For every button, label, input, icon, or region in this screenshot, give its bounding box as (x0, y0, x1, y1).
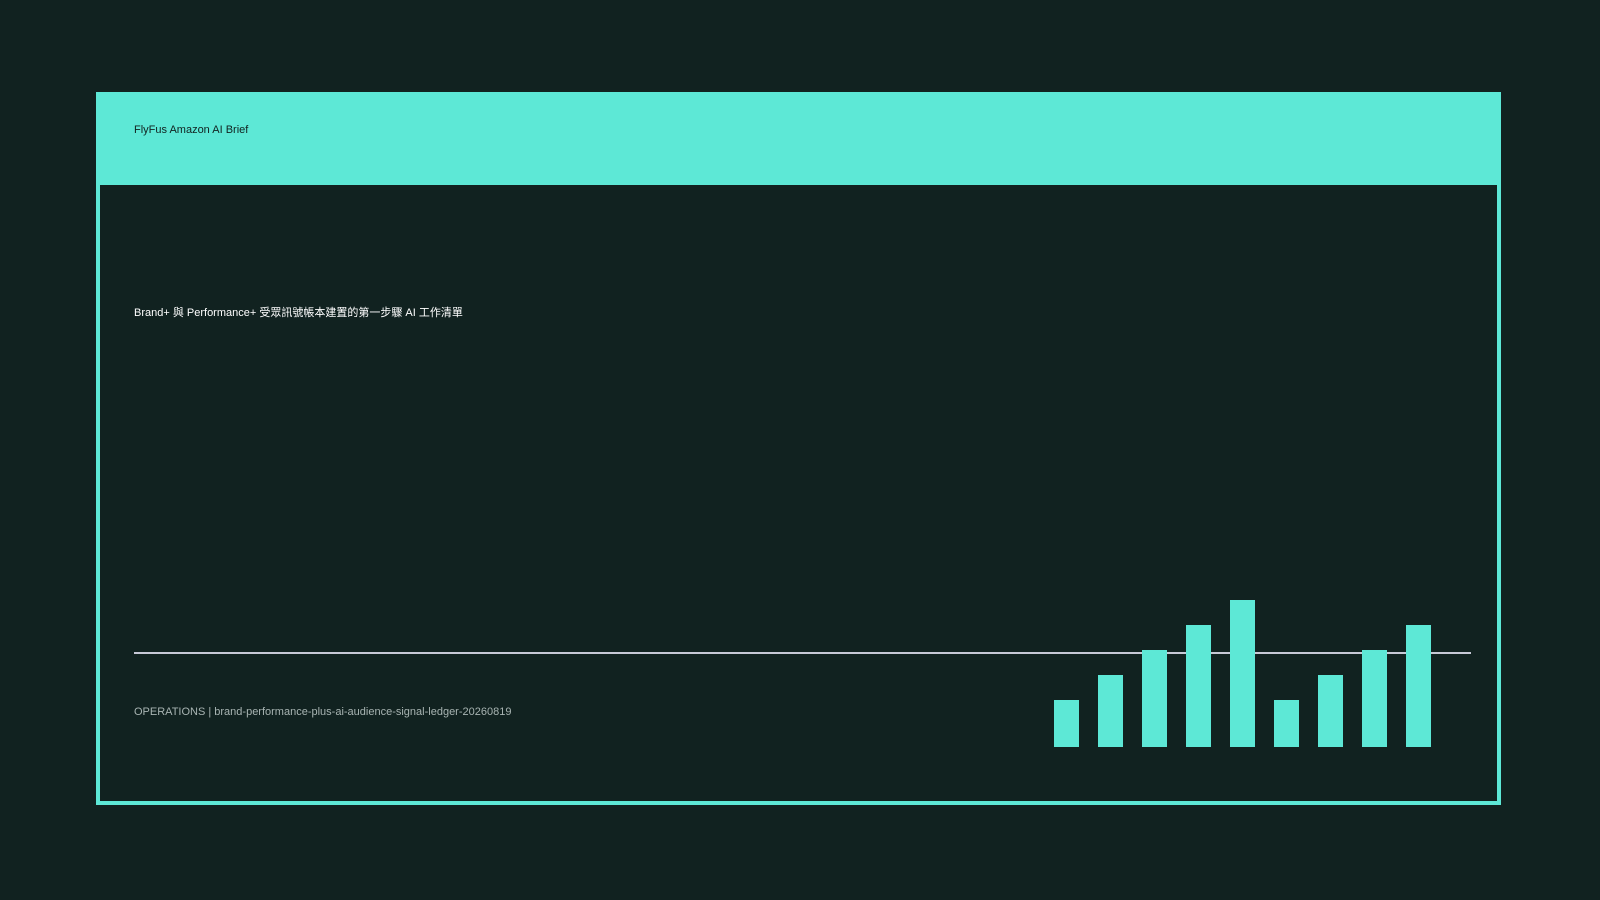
divider-line (134, 652, 1471, 654)
decorative-bar (1186, 625, 1211, 747)
decorative-bar (1406, 625, 1431, 747)
decorative-bar (1274, 700, 1299, 747)
brief-card: FlyFus Amazon AI Brief Brand+ 與 Performa… (96, 92, 1501, 805)
decorative-bar (1054, 700, 1079, 747)
decorative-bar-chart (100, 96, 1497, 801)
footer-slug: OPERATIONS | brand-performance-plus-ai-a… (134, 706, 512, 718)
decorative-bar (1318, 675, 1343, 747)
decorative-bar (1142, 650, 1167, 747)
card-header-band: FlyFus Amazon AI Brief (100, 96, 1497, 185)
decorative-bar (1230, 600, 1255, 747)
headline-text: Brand+ 與 Performance+ 受眾訊號帳本建置的第一步驟 AI 工… (134, 307, 463, 319)
decorative-bar (1098, 675, 1123, 747)
brand-label: FlyFus Amazon AI Brief (134, 124, 249, 136)
decorative-bar (1362, 650, 1387, 747)
